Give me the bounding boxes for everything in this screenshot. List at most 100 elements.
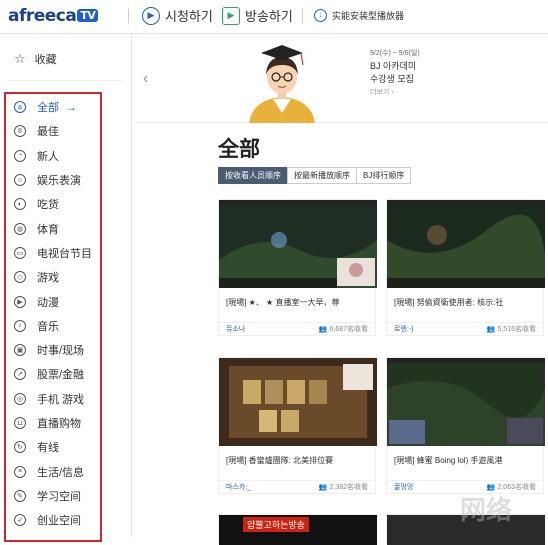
sidebar-category-item[interactable]: ◍ 体育 [14,216,124,240]
viewer-count-text: 5,516名收看 [497,326,536,333]
broadcast-button[interactable]: ▶ 방송하기 [222,6,293,25]
sidebar-category-item[interactable]: ✎ 学习空间 [14,484,124,508]
card-title[interactable]: [現場] 努偷資衛使用者: 核示:社 [387,293,543,312]
banner-more-link[interactable]: 더보기 › [370,86,420,99]
watermark: 网络 [460,495,513,525]
newbie-icon: ◔ [14,149,26,162]
watch-button[interactable]: ▶ 시청하기 [142,6,213,25]
play-circle-icon: ▶ [142,6,160,25]
page-title: 全部 [218,138,260,161]
star-icon: ☆ [14,51,26,66]
viewer-count: 👥 6,687名收看 [319,324,368,334]
watch-label: 시청하기 [165,9,213,24]
stream-thumbnail[interactable]: 얍뿔고하는방송 [219,515,377,545]
stream-card[interactable]: [現場] 香蠻爐團隊: 北美排位賽 마스카:_ 👥 2,382名收看 [218,357,377,494]
viewer-count: 👥 5,516名收看 [487,324,536,334]
promo-banner[interactable]: ‹ 9/2(수) ~ 9/6(일) BJ 아카데미 수강생 모집 더보기 › [133,35,548,123]
info-icon: ≡ [14,465,26,478]
card-meta: 마스카:_ 👥 2,382名收看 [219,480,375,493]
card-meta: 뮤소나 👥 6,687名收看 [219,322,375,335]
bj-academy-character-image [249,45,315,123]
logo-text: afreeca [8,6,77,26]
sidebar-category-label: 娱乐表演 [37,175,81,188]
banner-title-line2: 수강생 모집 [370,74,414,84]
food-icon: ◐ [14,198,26,211]
sidebar-category-item[interactable]: ◇ 游戏 [14,265,124,289]
banner-text: 9/2(수) ~ 9/6(일) BJ 아카데미 수강생 모집 더보기 › [370,47,420,99]
tab-by-viewers[interactable]: 按收看人员顺序 [218,167,288,184]
play-icon: ▶ [14,295,26,308]
stream-thumbnail[interactable] [387,200,545,288]
sidebar-category-item[interactable]: ◐ 吃货 [14,192,124,216]
music-icon: ♪ [14,319,26,332]
tab-bj-ranking[interactable]: BJ排行顺序 [356,167,412,184]
tv-icon: ▭ [14,246,26,259]
sidebar-category-label: 电视台节目 [37,247,92,260]
sidebar-category-item[interactable]: ◎ 手机 游戏 [14,387,124,411]
sidebar-category-label: 创业空间 [37,515,81,528]
sidebar-category-item[interactable]: ➶ 创业空间 [14,508,124,532]
favorites-label: 收藏 [34,54,57,66]
mobile-game-icon: ◎ [14,392,26,405]
bj-name[interactable]: 로렌:-) [394,324,414,334]
bj-name[interactable]: 꿀멍멍 [394,482,413,492]
viewer-count-text: 6,687名收看 [329,326,368,333]
sidebar-category-label: 吃货 [37,199,59,212]
sidebar-category-item[interactable]: ▭ 电视台节目 [14,241,124,265]
bj-name[interactable]: 뮤소나 [226,324,245,334]
sidebar-category-item[interactable]: ◔ 新人 [14,144,124,168]
viewer-count-text: 2,382名收看 [329,484,368,491]
bj-name[interactable]: 마스카:_ [226,482,251,492]
people-icon: 👥 [486,326,498,333]
stream-thumbnail[interactable] [219,200,377,288]
category-list: a 全部 → 8 最佳 ◔ 新人 ☺ 娱乐表演 ◐ 吃货 ◍ 体育 ▭ 电视台节目 ◇ 游戏 ▶ 动漫 ♪ 音乐 ▣ 时事/… [14,95,124,532]
sidebar-category-item[interactable]: ↗ 股票/金融 [14,362,124,386]
chevron-left-icon[interactable]: ‹ [143,70,148,88]
sidebar-category-item[interactable]: ♪ 音乐 [14,314,124,338]
arrow-right-icon: → [65,100,77,115]
sidebar-category-item[interactable]: ▣ 时事/现场 [14,338,124,362]
pen-icon: ✎ [14,489,26,502]
sidebar-category-item[interactable]: ⊔ 直播购物 [14,411,124,435]
sidebar-category-item[interactable]: ▶ 动漫 [14,289,124,313]
sidebar-category-label: 股票/金融 [37,369,85,382]
favorites-item[interactable]: ☆ 收藏 [14,51,57,67]
sidebar-category-item[interactable]: ☺ 娱乐表演 [14,168,124,192]
tab-by-newest[interactable]: 按最新播放顺序 [287,167,357,184]
cable-icon: ↻ [14,441,26,454]
gamepad-icon: ◇ [14,271,26,284]
card-title[interactable]: [現場] 香蠻爐團隊: 北美排位賽 [219,451,375,470]
category-sidebar: ☆ 收藏 a 全部 → 8 最佳 ◔ 新人 ☺ 娱乐表演 ◐ 吃货 ◍ 体育 ▭ 电视台节目 ◇ 游戏 ▶ 动漫 ♪ 音… [0,34,132,542]
card-title[interactable]: [現場] 蜂蜜 Boing lol) 手遊風港 [387,451,543,470]
stream-thumbnail[interactable] [219,358,377,446]
sidebar-category-item[interactable]: ≡ 生活/信息 [14,459,124,483]
banner-title-line1: BJ 아카데미 [370,61,417,71]
sidebar-category-label: 音乐 [37,320,59,333]
sort-tabs: 按收看人员顺序 按最新播放顺序 BJ排行顺序 [218,167,412,184]
thumbnail-caption: 얍뿔고하는방송 [243,517,309,532]
install-player-link[interactable]: ↓ 实能安装型播放器 [314,9,404,22]
people-icon: 👥 [318,484,330,491]
sidebar-category-item[interactable]: a 全部 → [14,95,124,119]
stream-thumbnail[interactable] [387,358,545,446]
people-icon: 👥 [318,326,330,333]
banner-date: 9/2(수) ~ 9/6(일) [370,50,420,57]
sidebar-category-item[interactable]: 8 最佳 [14,119,124,143]
divider [8,80,124,81]
viewer-count: 👥 2,382名收看 [319,482,368,492]
sidebar-category-label: 动漫 [37,296,59,309]
card-title[interactable]: [現場] ★、 ★ 直播室一大早，尊 [219,293,375,312]
stream-card[interactable]: [現場] 蜂蜜 Boing lol) 手遊風港 꿀멍멍 👥 2,063名收看 [386,357,545,494]
sidebar-category-label: 时事/现场 [37,345,85,358]
sidebar-category-label: 新人 [37,150,59,163]
broadcast-camera-icon: ▶ [222,6,240,25]
stream-card[interactable]: [現場] ★、 ★ 直播室一大早，尊 뮤소나 👥 6,687名收看 [218,199,377,336]
sidebar-category-label: 手机 游戏 [37,393,85,406]
broadcast-label: 방송하기 [245,9,293,24]
afreecatv-logo[interactable]: afreeca TV [8,6,99,26]
sidebar-category-label: 全部 [37,102,59,115]
stream-card[interactable]: [現場] 努偷資衛使用者: 核示:社 로렌:-) 👥 5,516名收看 [386,199,545,336]
stream-card[interactable]: 얍뿔고하는방송 [218,514,377,545]
sidebar-category-label: 游戏 [37,272,59,285]
sidebar-category-item[interactable]: ↻ 有线 [14,435,124,459]
